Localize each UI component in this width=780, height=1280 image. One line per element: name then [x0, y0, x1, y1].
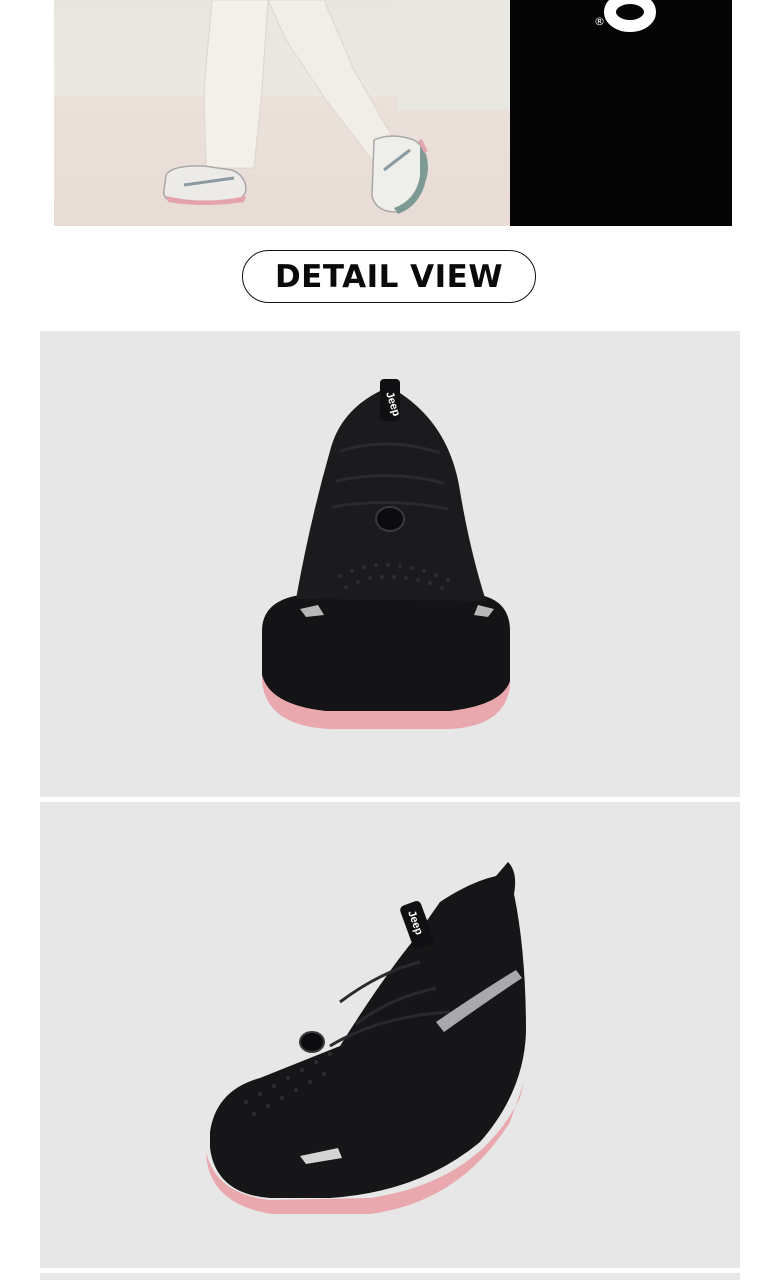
- shoe-angled-view-illustration: Jeep: [206, 862, 526, 1214]
- hero-banner: ®: [54, 0, 732, 226]
- hero-brand-panel: ®: [510, 0, 732, 226]
- detail-image-front: Jeep: [40, 331, 740, 797]
- detail-view-label: DETAIL VIEW: [274, 258, 504, 295]
- detail-image-next: [40, 1273, 740, 1280]
- hero-lifestyle-photo: [54, 0, 510, 226]
- brand-logo-icon: ®: [594, 0, 656, 32]
- detail-view-button[interactable]: DETAIL VIEW: [242, 250, 536, 303]
- model-legs-illustration: [163, 0, 428, 214]
- detail-image-angled: Jeep: [40, 802, 740, 1268]
- shoe-front-view-illustration: Jeep: [262, 379, 510, 729]
- registered-mark: ®: [594, 15, 605, 28]
